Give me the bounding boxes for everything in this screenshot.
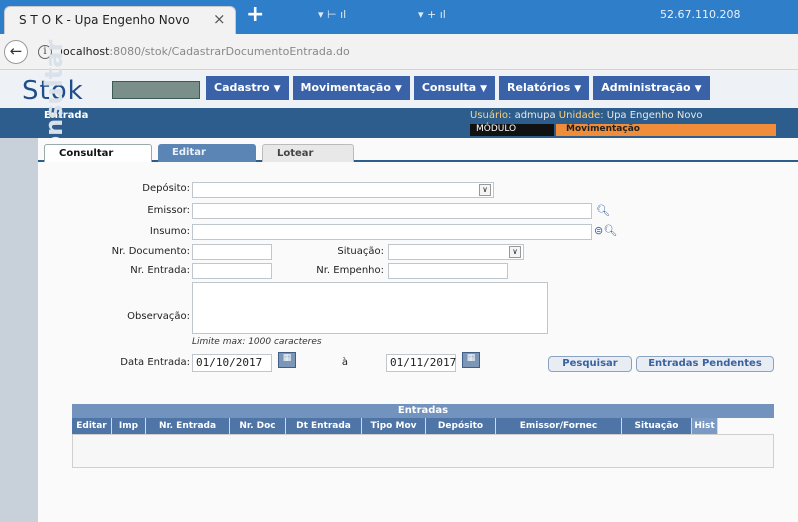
column-header[interactable]: Hist [692,418,718,434]
emissor-field[interactable] [192,203,592,219]
new-tab-icon[interactable]: + [246,2,264,27]
a-label: à [341,357,348,368]
menu-item-cadastro[interactable]: Cadastro ▼ [206,76,289,100]
column-header[interactable]: Tipo Mov [362,418,426,434]
insumo-field[interactable] [192,224,592,240]
browser-tab[interactable]: S T O K - Upa Engenho Novo × [4,6,236,34]
url-port: :8080 [109,45,142,58]
deposito-label: Depósito: [142,183,190,194]
left-sidebar [0,138,38,522]
table-body [72,434,774,468]
browser-tab-title: S T O K - Upa Engenho Novo [19,13,190,27]
caret-down-icon: ▼ [394,84,402,94]
tab-lotear[interactable]: Lotear [262,144,354,162]
caret-down-icon: ▼ [273,84,281,94]
column-header[interactable]: Editar [72,418,112,434]
emissor-label: Emissor: [147,205,190,216]
menu-item-consulta[interactable]: Consulta ▼ [413,76,496,100]
column-header[interactable]: Imp [112,418,146,434]
entradas-pendentes-button[interactable]: Entradas Pendentes [636,356,774,372]
address-bar: ← i localhost:8080/stok/CadastrarDocumen… [0,34,798,70]
logo-image [112,81,200,99]
search-icon[interactable]: 🔍︎ [596,204,610,217]
calendar-icon[interactable]: ▦ [278,352,296,368]
browser-tab-bar: S T O K - Upa Engenho Novo × + ▾ ⊢ ıl ▾ … [0,0,798,34]
close-icon[interactable]: × [213,10,226,28]
column-header[interactable]: Nr. Doc [230,418,286,434]
tabs-divider [38,160,798,162]
caret-down-icon: ▼ [480,84,488,94]
data-fim-field[interactable]: 01/11/2017 [386,354,456,372]
caret-down-icon: ▼ [694,84,702,94]
column-header[interactable]: Situação [622,418,692,434]
pesquisar-button[interactable]: Pesquisar [548,356,632,372]
url-path: /stok/CadastrarDocumentoEntrada.do [141,45,350,58]
menu-item-movimentacao[interactable]: Movimentação ▼ [292,76,410,100]
back-arrow-icon[interactable]: ← [4,40,28,64]
table-caption: Entradas [72,404,774,418]
column-header[interactable]: Nr. Entrada [146,418,230,434]
nr-documento-label: Nr. Documento: [111,246,190,257]
menu-item-label: Cadastro [214,81,270,94]
user-info: Usuário: admupa Unidade: Upa Engenho Nov… [470,110,703,121]
data-entrada-label: Data Entrada: [120,357,190,368]
entradas-table: Entradas Editar Imp Nr. Entrada Nr. Doc … [72,404,774,468]
unit-value: Upa Engenho Novo [606,110,703,121]
menu-item-label: Administração [601,81,691,94]
column-header[interactable]: Depósito [426,418,496,434]
tab-editar[interactable]: Editar [158,144,256,162]
ip-address: 52.67.110.208 [660,8,741,21]
table-header: Editar Imp Nr. Entrada Nr. Doc Dt Entrad… [72,418,774,434]
data-inicio-field[interactable]: 01/10/2017 [192,354,272,372]
nr-empenho-field[interactable] [388,263,508,279]
nr-documento-field[interactable] [192,244,272,260]
menu-item-label: Relatórios [507,81,571,94]
column-header[interactable]: Dt Entrada [286,418,362,434]
modulo-label: MÓDULO [470,124,554,136]
menu-item-label: Movimentação [300,81,391,94]
url-field[interactable]: localhost:8080/stok/CadastrarDocumentoEn… [60,45,350,58]
search-icon[interactable]: ⊜🔍︎ [594,224,617,237]
chevron-down-icon: ∨ [509,246,521,258]
menu-item-label: Consulta [421,81,477,94]
main-content: Consultar Editar Lotear Depósito: ∨ Emis… [38,138,798,522]
signal-icon: ▾ + ıl [418,8,446,21]
column-header[interactable]: Emissor/Fornec [496,418,622,434]
calendar-icon[interactable]: ▦ [462,352,480,368]
observacao-textarea[interactable] [192,282,548,334]
signal-icon: ▾ ⊢ ıl [318,8,347,21]
modulo-value: Movimentação [556,124,776,136]
nr-empenho-label: Nr. Empenho: [316,265,384,276]
app-header: Stok Cadastro ▼ Movimentação ▼ Consulta ▼ R… [0,72,798,108]
tab-consultar[interactable]: Consultar [44,144,152,162]
deposito-select[interactable]: ∨ [192,182,494,198]
nr-entrada-label: Nr. Entrada: [130,265,190,276]
module-header: Entrada Usuário: admupa Unidade: Upa Eng… [0,108,798,138]
situacao-select[interactable]: ∨ [388,244,524,260]
situacao-label: Situação: [337,246,384,257]
chevron-down-icon: ∨ [479,184,491,196]
menu-item-administracao[interactable]: Administração ▼ [593,76,710,100]
main-menu: Cadastro ▼ Movimentação ▼ Consulta ▼ Relató… [206,76,714,100]
caret-down-icon: ▼ [574,84,582,94]
menu-item-relatorios[interactable]: Relatórios ▼ [499,76,590,100]
user-label: Usuário: [470,110,512,121]
unit-label: Unidade: [558,110,604,121]
user-value: admupa [514,110,556,121]
nr-entrada-field[interactable] [192,263,272,279]
insumo-label: Insumo: [149,226,190,237]
limit-hint: Limite max: 1000 caracteres [192,337,322,347]
observacao-label: Observação: [127,311,190,322]
